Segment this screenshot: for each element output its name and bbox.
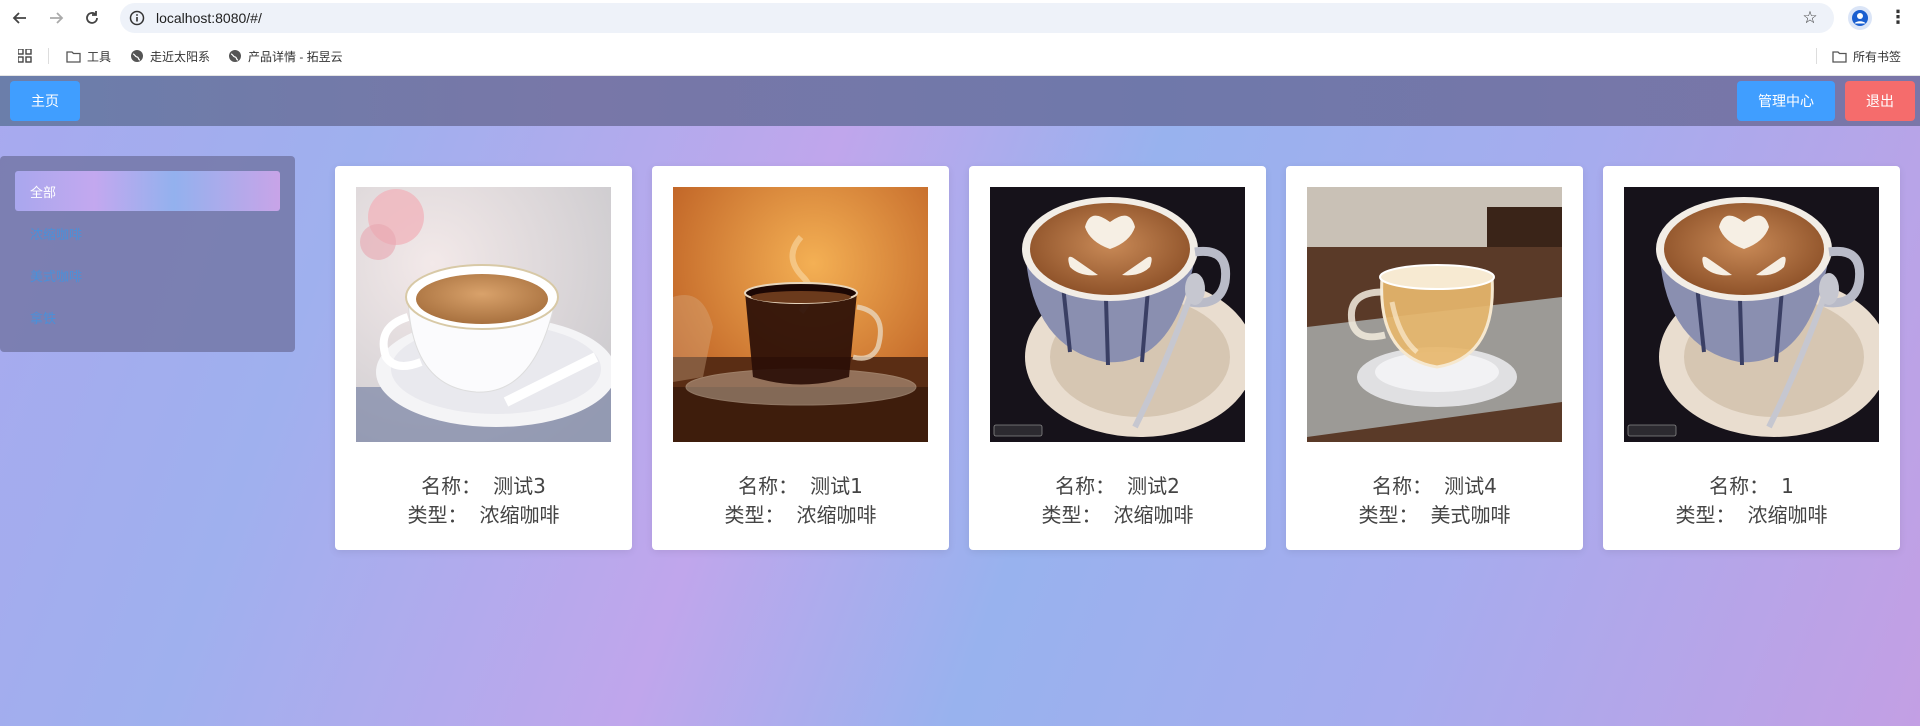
product-name: 测试3: [493, 474, 546, 498]
product-type: 浓缩咖啡: [479, 503, 560, 527]
bookmark-star-icon[interactable]: ☆: [1800, 8, 1820, 28]
product-type-row: 类型： 浓缩咖啡: [969, 501, 1266, 530]
product-image[interactable]: [1307, 187, 1562, 442]
back-icon[interactable]: [8, 6, 32, 30]
product-info: 名称： 测试4 类型： 美式咖啡: [1286, 472, 1583, 530]
folder-icon: [1832, 50, 1847, 63]
product-type: 浓缩咖啡: [796, 503, 877, 527]
product-card[interactable]: 名称： 测试1 类型： 浓缩咖啡: [652, 166, 949, 550]
apps-grid-icon[interactable]: [18, 47, 32, 65]
name-label: 名称：: [738, 474, 799, 498]
product-name: 测试2: [1127, 474, 1180, 498]
type-label: 类型：: [407, 503, 468, 527]
all-bookmarks-label: 所有书签: [1853, 49, 1902, 64]
product-info: 名称： 测试3 类型： 浓缩咖啡: [335, 472, 632, 530]
all-bookmarks[interactable]: 所有书签: [1832, 47, 1901, 65]
product-card[interactable]: 名称： 测试4 类型： 美式咖啡: [1286, 166, 1583, 550]
bookmark-label: 产品详情 - 拓昱云: [248, 49, 343, 64]
type-label: 类型：: [1041, 503, 1102, 527]
address-bar[interactable]: localhost:8080/#/ ☆: [120, 3, 1834, 33]
url-text: localhost:8080/#/: [156, 10, 262, 26]
product-name-row: 名称： 测试3: [335, 472, 632, 501]
app-header: 主页 管理中心 退出: [0, 76, 1920, 126]
reload-icon[interactable]: [80, 6, 104, 30]
product-info: 名称： 测试2 类型： 浓缩咖啡: [969, 472, 1266, 530]
product-image[interactable]: [1624, 187, 1879, 442]
product-name: 测试4: [1444, 474, 1497, 498]
product-type-row: 类型： 浓缩咖啡: [1603, 501, 1900, 530]
folder-icon: [66, 50, 81, 63]
bookmark-tools[interactable]: 工具: [66, 47, 111, 65]
site-info-icon[interactable]: [128, 9, 146, 27]
bookmark-product-details[interactable]: 产品详情 - 拓昱云: [228, 47, 343, 65]
product-type: 浓缩咖啡: [1113, 503, 1194, 527]
home-button[interactable]: 主页: [10, 81, 80, 121]
bookmarks-divider: [1816, 48, 1817, 64]
bookmarks-bar: 工具 走近太阳系 产品详情 - 拓昱云 所有书签: [0, 36, 1920, 76]
menu-item-espresso[interactable]: 浓缩咖啡: [15, 213, 280, 253]
product-info: 名称： 1 类型： 浓缩咖啡: [1603, 472, 1900, 530]
menu-item-latte[interactable]: 拿铁: [15, 297, 280, 337]
bookmark-label: 工具: [87, 49, 112, 64]
name-label: 名称：: [1709, 474, 1770, 498]
product-image[interactable]: [990, 187, 1245, 442]
name-label: 名称：: [1055, 474, 1116, 498]
browser-menu-icon[interactable]: ⋮: [1886, 6, 1910, 30]
product-card[interactable]: 名称： 测试3 类型： 浓缩咖啡: [335, 166, 632, 550]
product-image[interactable]: [356, 187, 611, 442]
forward-icon[interactable]: [44, 6, 68, 30]
type-label: 类型：: [1675, 503, 1736, 527]
product-card[interactable]: 名称： 1 类型： 浓缩咖啡: [1603, 166, 1900, 550]
product-type: 浓缩咖啡: [1747, 503, 1828, 527]
category-menu: 全部 浓缩咖啡 美式咖啡 拿铁: [0, 156, 295, 352]
globe-icon: [131, 50, 143, 62]
browser-toolbar: localhost:8080/#/ ☆ ⋮: [0, 0, 1920, 36]
product-type: 美式咖啡: [1430, 503, 1511, 527]
product-name: 测试1: [810, 474, 863, 498]
product-name: 1: [1781, 474, 1794, 498]
type-label: 类型：: [724, 503, 785, 527]
admin-center-button[interactable]: 管理中心: [1737, 81, 1835, 121]
product-image[interactable]: [673, 187, 928, 442]
product-type-row: 类型： 浓缩咖啡: [652, 501, 949, 530]
bookmark-solar-system[interactable]: 走近太阳系: [130, 47, 210, 65]
product-type-row: 类型： 浓缩咖啡: [335, 501, 632, 530]
menu-item-americano[interactable]: 美式咖啡: [15, 255, 280, 295]
name-label: 名称：: [421, 474, 482, 498]
name-label: 名称：: [1372, 474, 1433, 498]
app-content: 主页 管理中心 退出 全部 浓缩咖啡 美式咖啡 拿铁 名称： 测试3 类型： 浓…: [0, 76, 1920, 726]
product-name-row: 名称： 测试2: [969, 472, 1266, 501]
product-type-row: 类型： 美式咖啡: [1286, 501, 1583, 530]
bookmark-label: 走近太阳系: [150, 49, 211, 64]
product-card[interactable]: 名称： 测试2 类型： 浓缩咖啡: [969, 166, 1266, 550]
product-name-row: 名称： 测试1: [652, 472, 949, 501]
menu-item-all[interactable]: 全部: [15, 171, 280, 211]
bookmarks-divider: [48, 48, 49, 64]
product-info: 名称： 测试1 类型： 浓缩咖啡: [652, 472, 949, 530]
type-label: 类型：: [1358, 503, 1419, 527]
profile-avatar-icon[interactable]: [1848, 6, 1872, 30]
product-name-row: 名称： 1: [1603, 472, 1900, 501]
globe-icon: [229, 50, 241, 62]
logout-button[interactable]: 退出: [1845, 81, 1915, 121]
product-name-row: 名称： 测试4: [1286, 472, 1583, 501]
